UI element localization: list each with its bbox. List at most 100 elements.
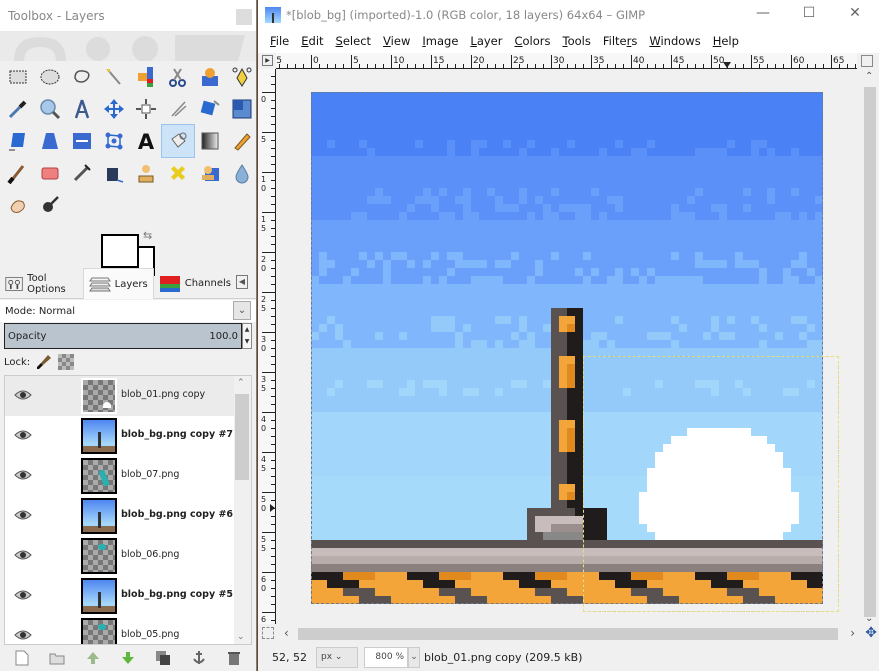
- close-button[interactable]: ✕: [840, 5, 870, 25]
- tool-scale[interactable]: [226, 93, 258, 125]
- tool-airbrush[interactable]: [66, 157, 98, 189]
- tool-zoom[interactable]: [34, 93, 66, 125]
- menu-colors[interactable]: Colors: [508, 34, 556, 48]
- unit-select[interactable]: px ⌄: [316, 647, 358, 668]
- zoom-input[interactable]: 800 %: [364, 647, 408, 668]
- chevron-down-icon[interactable]: ⌄: [408, 647, 420, 668]
- scroll-up-icon[interactable]: ⌃: [865, 71, 873, 82]
- visibility-eye-icon[interactable]: [14, 629, 32, 641]
- tool-crop[interactable]: [162, 93, 194, 125]
- tool-bucket-fill[interactable]: [161, 124, 195, 158]
- image-window-titlebar[interactable]: *[blob_bg] (imported)-1.0 (RGB color, 18…: [258, 0, 879, 29]
- tool-color-picker[interactable]: [2, 93, 34, 125]
- layer-row[interactable]: blob_07.png: [5, 456, 251, 496]
- tool-shear[interactable]: [2, 125, 34, 157]
- menu-image[interactable]: Image: [416, 34, 464, 48]
- lock-alpha-icon[interactable]: [58, 354, 75, 370]
- tool-blend[interactable]: [194, 125, 226, 157]
- opacity-slider[interactable]: Opacity 100.0: [4, 323, 242, 349]
- scroll-down-icon[interactable]: ⌄: [237, 632, 245, 642]
- visibility-eye-icon[interactable]: [14, 429, 32, 441]
- zoom-on-resize-icon[interactable]: [861, 55, 873, 67]
- mode-select[interactable]: Mode: Normal ⌄: [0, 300, 256, 322]
- layer-row[interactable]: blob_05.png: [5, 616, 251, 644]
- anchor-layer-icon[interactable]: [191, 650, 207, 666]
- new-layer-icon[interactable]: [14, 650, 30, 666]
- layer-row[interactable]: blob_bg.png copy #6: [5, 496, 251, 536]
- image-canvas[interactable]: [311, 92, 823, 604]
- tool-smudge[interactable]: [2, 189, 34, 221]
- layer-row[interactable]: blob_06.png: [5, 536, 251, 576]
- tool-rect-select[interactable]: [2, 61, 34, 93]
- scrollbar-thumb[interactable]: [298, 628, 838, 640]
- tool-perspective[interactable]: [34, 125, 66, 157]
- dock-menu-button[interactable]: ◀: [236, 275, 248, 289]
- tool-paintbrush[interactable]: [2, 157, 34, 189]
- scroll-up-icon[interactable]: ⌃: [237, 378, 245, 388]
- canvas-area[interactable]: [276, 69, 861, 624]
- tool-clone[interactable]: [130, 157, 162, 189]
- tool-flip[interactable]: [66, 125, 98, 157]
- visibility-eye-icon[interactable]: [14, 549, 32, 561]
- layer-row[interactable]: blob_bg.png copy #7: [5, 416, 251, 456]
- tool-free-select[interactable]: [66, 61, 98, 93]
- tab-channels[interactable]: Channels: [154, 268, 236, 299]
- opacity-spinner[interactable]: ▲ ▼: [242, 323, 252, 349]
- tool-text[interactable]: A: [130, 125, 162, 157]
- menu-file[interactable]: File: [264, 34, 295, 48]
- quick-menu-icon[interactable]: ▶: [262, 55, 273, 66]
- minimize-button[interactable]: —: [748, 5, 778, 25]
- menu-layer[interactable]: Layer: [464, 34, 508, 48]
- vertical-ruler[interactable]: 05101520253035404550556065: [258, 69, 276, 624]
- quick-mask-icon[interactable]: [262, 627, 274, 639]
- tool-align[interactable]: [130, 93, 162, 125]
- new-group-icon[interactable]: [49, 650, 65, 666]
- menu-select[interactable]: Select: [330, 34, 378, 48]
- lower-layer-icon[interactable]: [120, 650, 136, 666]
- scroll-down-icon[interactable]: ⌄: [865, 613, 873, 624]
- menu-filters[interactable]: Filters: [597, 34, 644, 48]
- visibility-eye-icon[interactable]: [14, 509, 32, 521]
- vertical-scrollbar[interactable]: ⌃ ⌄: [861, 69, 879, 624]
- menu-help[interactable]: Help: [707, 34, 745, 48]
- tool-ink[interactable]: [98, 157, 130, 189]
- tool-move[interactable]: [98, 93, 130, 125]
- menu-edit[interactable]: Edit: [295, 34, 329, 48]
- layers-scrollbar[interactable]: ⌃ ⌄: [234, 376, 251, 644]
- tool-paths[interactable]: [226, 61, 258, 93]
- maximize-button[interactable]: ☐: [794, 5, 824, 25]
- tool-scissors-select[interactable]: [162, 61, 194, 93]
- tool-rotate[interactable]: [194, 93, 226, 125]
- tool-ellipse-select[interactable]: [34, 61, 66, 93]
- delete-layer-icon[interactable]: [226, 650, 242, 666]
- layer-row[interactable]: blob_01.png copy: [5, 376, 251, 416]
- scroll-left-icon[interactable]: ‹: [284, 626, 289, 640]
- foreground-color-swatch[interactable]: [101, 234, 139, 268]
- menu-windows[interactable]: Windows: [643, 34, 706, 48]
- menu-tools[interactable]: Tools: [557, 34, 597, 48]
- tool-select-by-color[interactable]: [130, 61, 162, 93]
- raise-layer-icon[interactable]: [85, 650, 101, 666]
- menu-view[interactable]: View: [377, 34, 416, 48]
- chevron-down-icon[interactable]: ⌄: [233, 301, 251, 320]
- tab-tool-options[interactable]: Tool Options: [0, 268, 83, 299]
- tool-foreground-select[interactable]: [194, 61, 226, 93]
- horizontal-scrollbar[interactable]: ‹ ›: [280, 626, 857, 642]
- layer-row[interactable]: blob_bg.png copy #5: [5, 576, 251, 616]
- horizontal-ruler[interactable]: -5 0 5 10 15 20 25 30 35 40 45 50 55 60 65: [276, 53, 857, 69]
- scrollbar-thumb[interactable]: [235, 394, 249, 480]
- close-button[interactable]: [236, 9, 252, 25]
- visibility-eye-icon[interactable]: [14, 589, 32, 601]
- tool-cage-transform[interactable]: [98, 125, 130, 157]
- scrollbar-thumb[interactable]: [864, 87, 876, 617]
- tool-fuzzy-select[interactable]: [98, 61, 130, 93]
- scroll-right-icon[interactable]: ›: [850, 626, 855, 640]
- tool-pencil[interactable]: [226, 125, 258, 157]
- tool-perspective-clone[interactable]: [194, 157, 226, 189]
- lock-pixels-icon[interactable]: [36, 354, 52, 370]
- navigate-icon[interactable]: ✥: [865, 625, 877, 641]
- tool-measure[interactable]: [66, 93, 98, 125]
- tool-heal[interactable]: [162, 157, 194, 189]
- tool-dodge-burn[interactable]: [34, 189, 66, 221]
- tool-eraser[interactable]: [34, 157, 66, 189]
